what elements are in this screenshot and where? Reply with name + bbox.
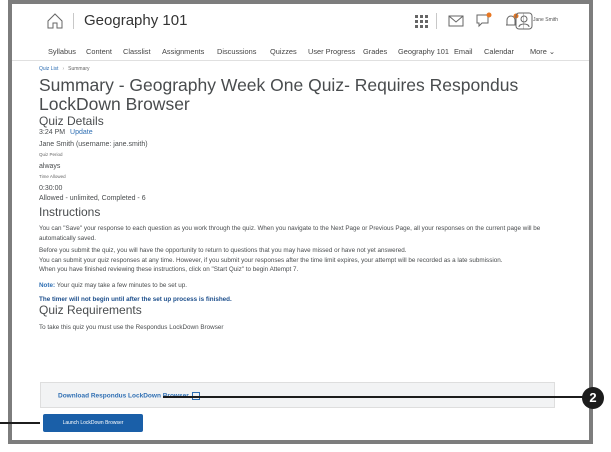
page-title: Summary - Geography Week One Quiz- Requi… bbox=[39, 75, 519, 114]
time-allowed-label: Time Allowed bbox=[39, 174, 66, 179]
user-avatar-icon[interactable] bbox=[515, 12, 533, 30]
breadcrumb-current: Summary bbox=[68, 66, 90, 72]
email-icon[interactable] bbox=[447, 12, 465, 30]
quiz-period-label: Quiz Period bbox=[39, 152, 63, 157]
nav-assignments[interactable]: Assignments bbox=[162, 47, 204, 56]
course-title[interactable]: Geography 101 bbox=[84, 12, 187, 29]
breadcrumb-quiz-list[interactable]: Quiz List bbox=[39, 66, 58, 72]
header-divider bbox=[436, 13, 437, 29]
launch-lockdown-button[interactable]: Launch LockDown Browser bbox=[43, 414, 143, 432]
nav-quizzes[interactable]: Quizzes bbox=[270, 47, 297, 56]
main-content: Summary - Geography Week One Quiz- Requi… bbox=[39, 76, 559, 336]
timer-note: The timer will not begin until after the… bbox=[39, 296, 232, 303]
instructions-paragraph: Before you submit the quiz, you will hav… bbox=[39, 247, 407, 254]
course-navbar: Syllabus Content Classlist Assignments D… bbox=[12, 42, 589, 61]
nav-calendar[interactable]: Calendar bbox=[484, 47, 514, 56]
home-icon[interactable] bbox=[46, 12, 64, 30]
callout-number-badge: 2 bbox=[582, 387, 604, 409]
chevron-down-icon: ⌄ bbox=[548, 47, 556, 56]
callout-pointer-line bbox=[163, 396, 583, 398]
nav-content[interactable]: Content bbox=[86, 47, 112, 56]
callout-pointer-line bbox=[0, 422, 40, 424]
nav-more[interactable]: More ⌄ bbox=[530, 47, 555, 56]
quiz-period-value: always bbox=[39, 163, 61, 170]
update-link[interactable]: Update bbox=[70, 129, 93, 136]
quiz-user: Jane Smith (username: jane.smith) bbox=[39, 141, 148, 148]
requirements-text: To take this quiz you must use the Respo… bbox=[39, 324, 224, 331]
nav-grades[interactable]: Grades bbox=[363, 47, 387, 56]
breadcrumb-separator: › bbox=[62, 66, 65, 72]
attempts-info: Allowed - unlimited, Completed - 6 bbox=[39, 195, 146, 202]
quiz-details-heading: Quiz Details bbox=[39, 114, 104, 128]
nav-user-progress[interactable]: User Progress bbox=[308, 47, 355, 56]
quiz-time: 3:24 PM bbox=[39, 129, 66, 136]
user-name[interactable]: Jane Smith bbox=[533, 17, 558, 23]
time-allowed-value: 0:30:00 bbox=[39, 185, 63, 192]
header-divider bbox=[73, 13, 74, 29]
nav-more-label: More bbox=[530, 47, 547, 56]
breadcrumb: Quiz List › Summary bbox=[39, 66, 90, 72]
instructions-paragraph: You can submit your quiz responses at an… bbox=[39, 256, 503, 264]
instructions-paragraph: You can "Save" your response to each que… bbox=[39, 225, 541, 242]
setup-note: Note: Your quiz may take a few minutes t… bbox=[39, 281, 559, 291]
nav-syllabus[interactable]: Syllabus bbox=[48, 47, 76, 56]
note-text: Your quiz may take a few minutes to be s… bbox=[56, 281, 188, 289]
message-alert-icon[interactable] bbox=[474, 12, 492, 30]
nav-email[interactable]: Email bbox=[454, 47, 472, 56]
nav-geography-101[interactable]: Geography 101 bbox=[398, 47, 449, 56]
quiz-time-row: 3:24 PM Update bbox=[39, 128, 559, 138]
nav-classlist[interactable]: Classlist bbox=[123, 47, 151, 56]
note-label: Note: bbox=[39, 281, 56, 289]
quiz-requirements-heading: Quiz Requirements bbox=[39, 303, 142, 317]
download-panel: Download Respondus LockDown Browser bbox=[40, 382, 555, 408]
instructions-paragraph: When you have finished reviewing these i… bbox=[39, 266, 299, 273]
nav-discussions[interactable]: Discussions bbox=[217, 47, 256, 56]
instructions-heading: Instructions bbox=[39, 205, 101, 219]
top-header: Geography 101 Jane Smith bbox=[12, 10, 589, 38]
waffle-grid-icon[interactable] bbox=[412, 12, 430, 30]
